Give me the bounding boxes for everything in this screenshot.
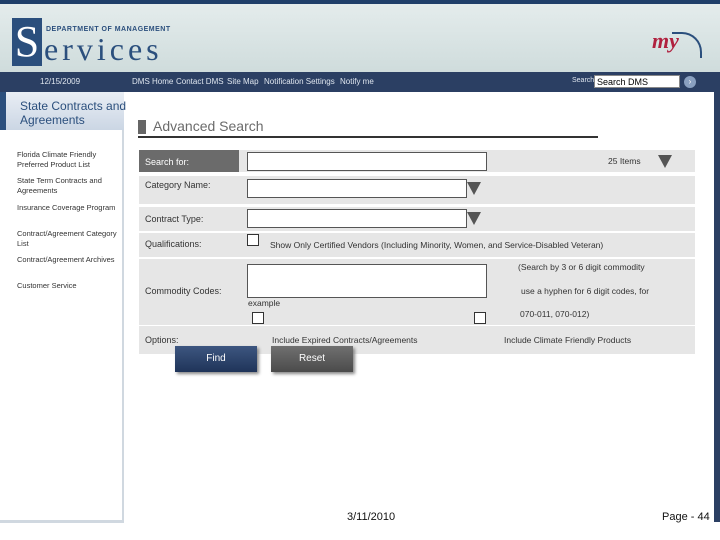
nav-link-contact-dms[interactable]: Contact DMS (176, 77, 224, 86)
commodity-option-checkbox-2[interactable] (474, 312, 486, 324)
nav-search-label: Search (572, 77, 595, 84)
sidebar-bottom-border (0, 520, 124, 523)
category-dropdown-icon[interactable] (465, 179, 483, 198)
include-expired-text[interactable]: Include Expired Contracts/Agreements (272, 335, 418, 345)
contract-type-label: Contract Type: (145, 214, 204, 224)
sidebar-title: State Contracts and Agreements (20, 99, 127, 127)
top-nav-bar: 12/15/2009 DMS Home Contact DMS Site Map… (0, 72, 720, 92)
footer-page-number: Page - 44 (662, 511, 710, 523)
sidebar-item-climate-friendly-list[interactable]: Florida Climate Friendly Preferred Produ… (17, 150, 119, 170)
certified-vendors-checkbox[interactable] (247, 234, 259, 246)
search-for-row: Search for: 25 Items (139, 150, 695, 172)
commodity-option-checkbox-1[interactable] (252, 312, 264, 324)
site-search-input[interactable] (594, 75, 680, 88)
title-divider (138, 136, 598, 138)
items-count-label: 25 Items (608, 156, 641, 166)
search-go-icon[interactable]: › (684, 76, 696, 88)
sidebar-item-customer-service[interactable]: Customer Service (17, 281, 119, 291)
options-label: Options: (145, 335, 179, 345)
category-name-label: Category Name: (145, 180, 211, 190)
nav-link-notification-settings[interactable]: Notification Settings (264, 77, 335, 86)
sidebar-item-insurance-coverage[interactable]: Insurance Coverage Program (17, 203, 119, 213)
search-for-label: Search for: (145, 157, 190, 167)
certified-vendors-text: Show Only Certified Vendors (Including M… (270, 240, 604, 250)
sidebar: State Contracts and Agreements Florida C… (0, 92, 126, 522)
myflorida-swoosh-icon (672, 32, 702, 58)
site-header: S DEPARTMENT OF MANAGEMENT ervices my (0, 0, 720, 72)
category-name-select[interactable] (247, 179, 467, 198)
find-button[interactable]: Find (175, 346, 257, 372)
nav-date: 12/15/2009 (40, 77, 81, 86)
nav-link-dms-home[interactable]: DMS Home (132, 77, 173, 86)
commodity-hint-3: example (248, 298, 281, 308)
category-row: Category Name: (139, 176, 695, 204)
items-count-dropdown-icon[interactable] (656, 152, 674, 171)
services-logo-text: ervices (44, 31, 163, 67)
qualifications-row: Qualifications: Show Only Certified Vend… (139, 233, 695, 257)
reset-button[interactable]: Reset (271, 346, 353, 372)
commodity-codes-label: Commodity Codes: (145, 286, 222, 296)
search-for-label-cell: Search for: (139, 150, 239, 172)
commodity-hint-4: 070-011, 070-012) (520, 309, 590, 319)
services-logo-initial: S (12, 18, 42, 66)
footer-date: 3/11/2010 (347, 511, 396, 523)
contract-type-select[interactable] (247, 209, 467, 228)
nav-link-notify-me[interactable]: Notify me (340, 77, 374, 86)
commodity-row: Commodity Codes: (Search by 3 or 6 digit… (139, 259, 695, 325)
contract-type-dropdown-icon[interactable] (465, 209, 483, 228)
page-title: Advanced Search (153, 118, 264, 134)
nav-link-site-map[interactable]: Site Map (227, 77, 259, 86)
qualifications-label: Qualifications: (145, 239, 202, 249)
sidebar-item-category-list[interactable]: Contract/Agreement Category List (17, 229, 119, 249)
sidebar-header: State Contracts and Agreements (0, 92, 126, 130)
commodity-hint-2: use a hyphen for 6 digit codes, for (521, 286, 650, 296)
right-frame-border (714, 92, 720, 522)
commodity-hint-1: (Search by 3 or 6 digit commodity (518, 262, 645, 272)
include-climate-friendly-text[interactable]: Include Climate Friendly Products (504, 335, 631, 345)
commodity-codes-input[interactable] (247, 264, 487, 298)
contract-type-row: Contract Type: (139, 207, 695, 231)
page-title-marker (138, 120, 146, 134)
sidebar-item-state-term-contracts[interactable]: State Term Contracts and Agreements (17, 176, 119, 196)
search-for-input[interactable] (247, 152, 487, 171)
sidebar-item-archives[interactable]: Contract/Agreement Archives (17, 255, 119, 265)
